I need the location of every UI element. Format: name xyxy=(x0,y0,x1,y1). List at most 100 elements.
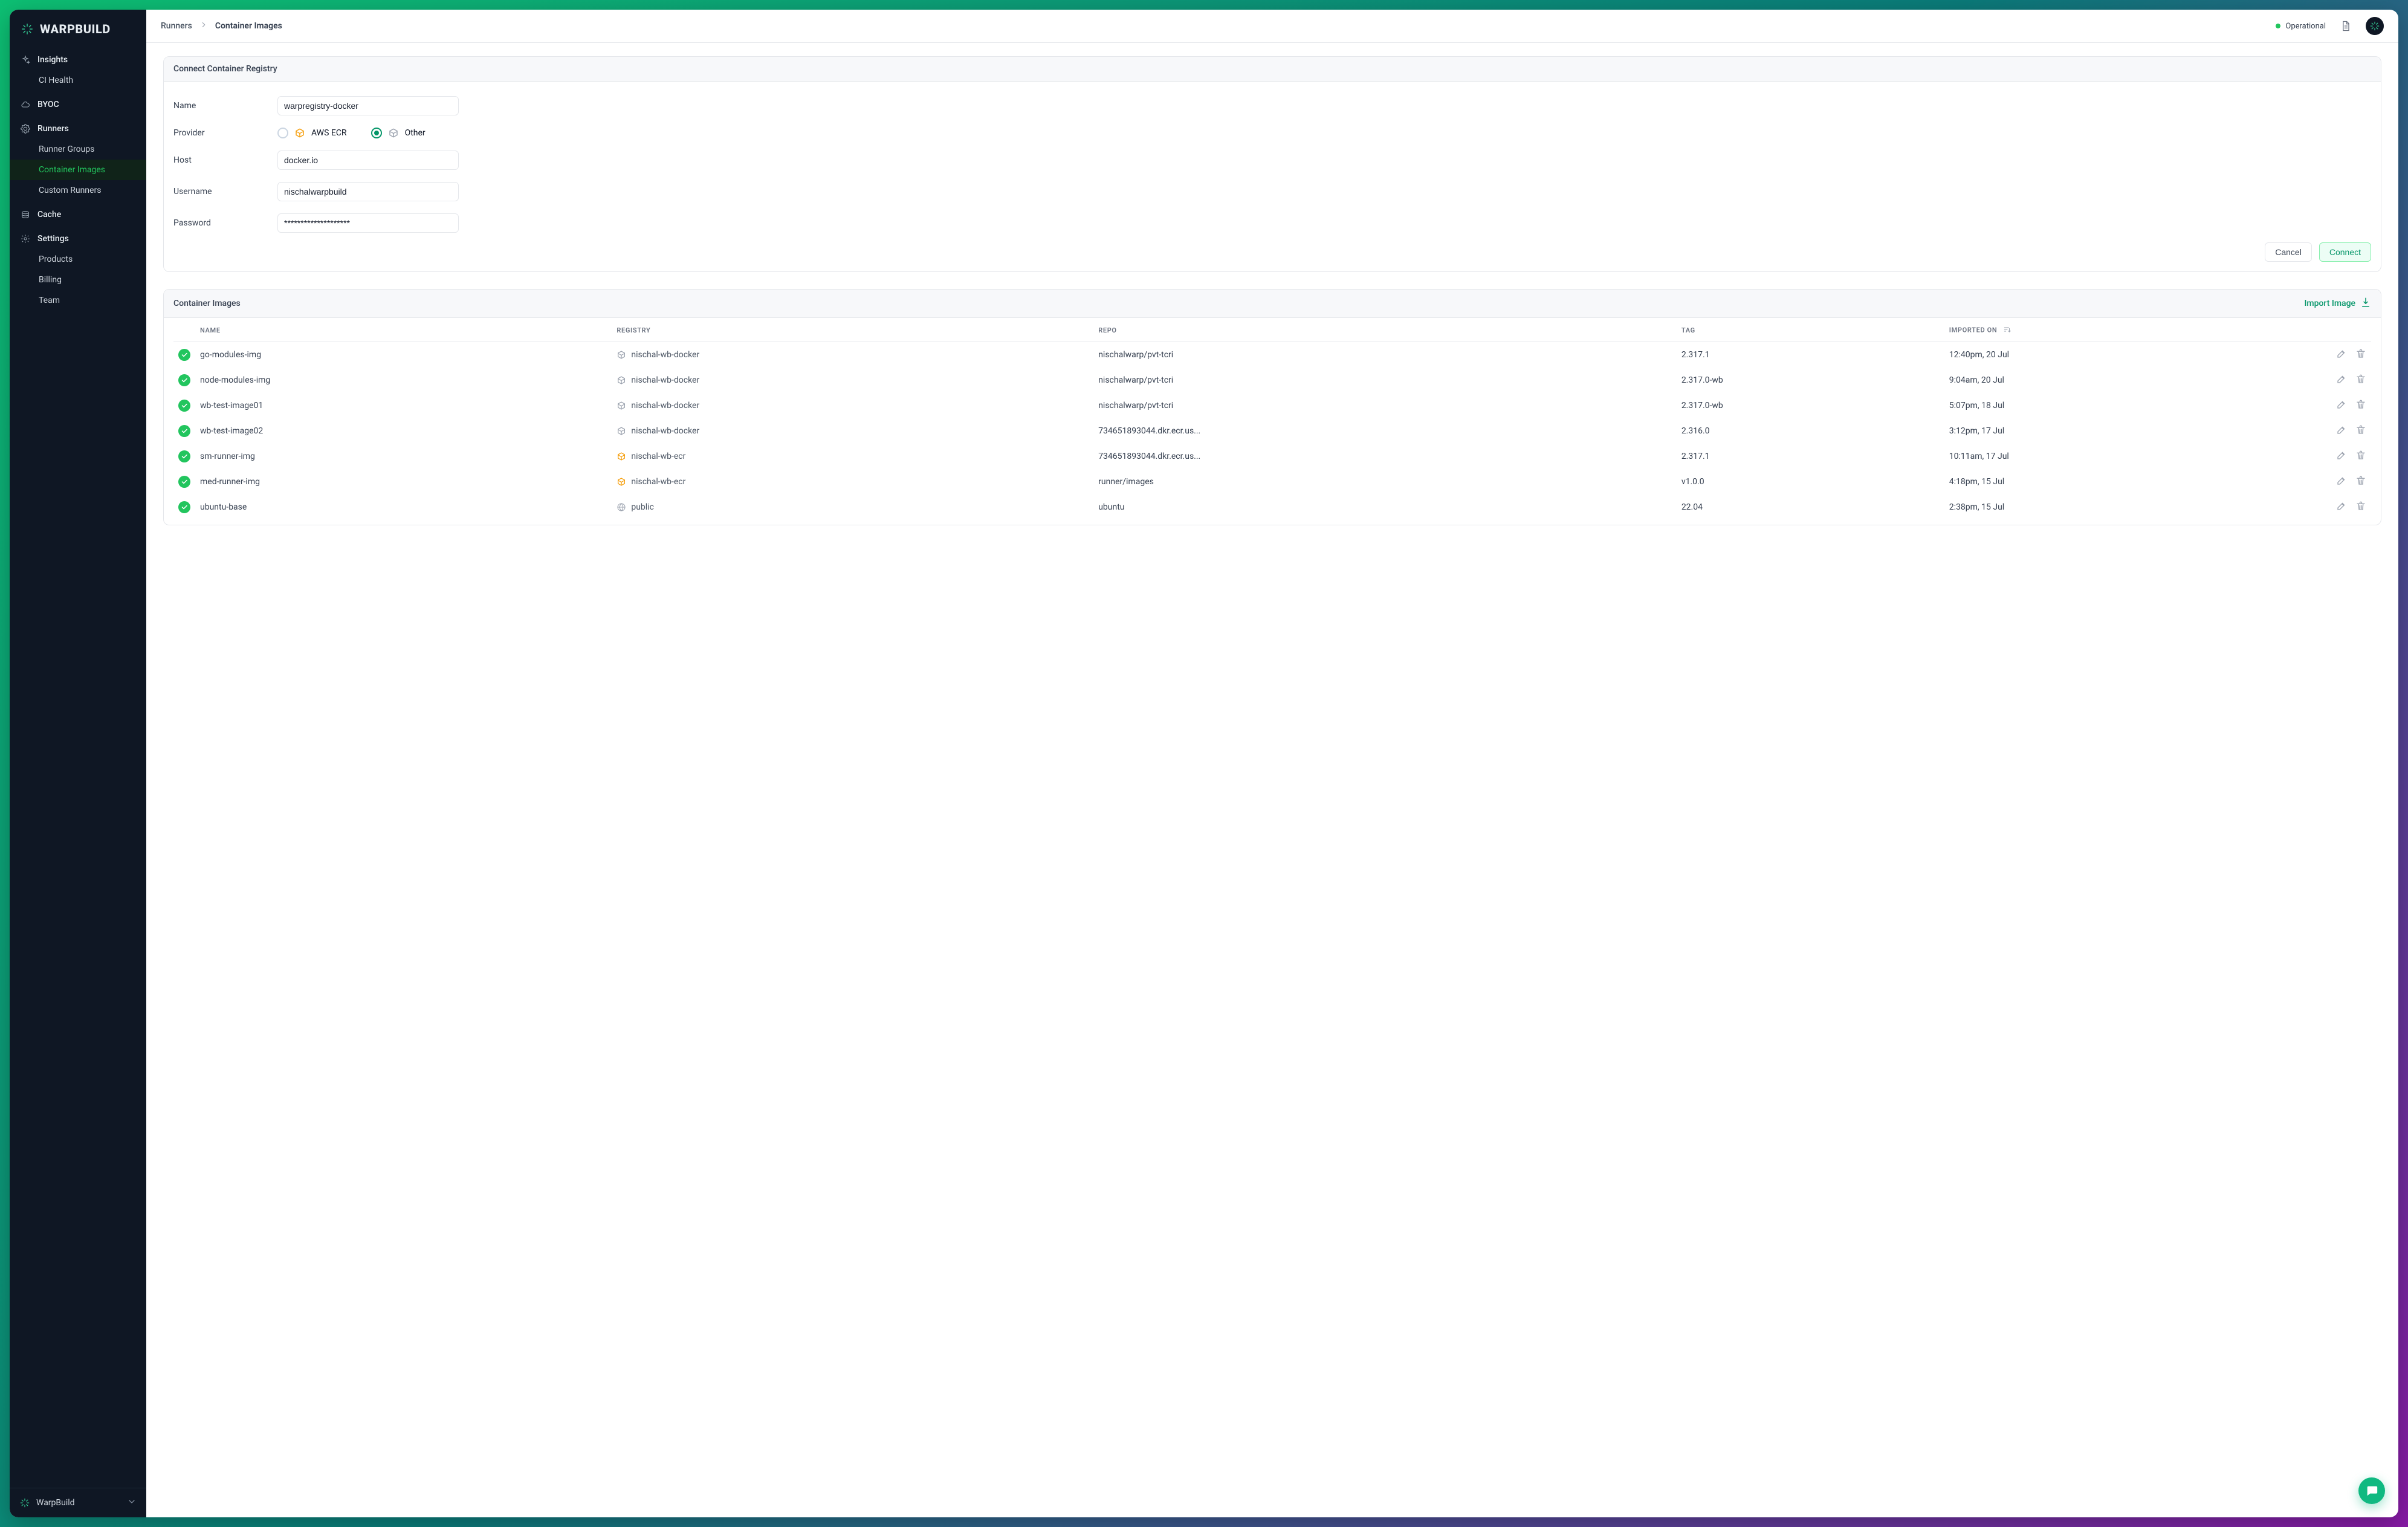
edit-button[interactable] xyxy=(2336,424,2347,438)
cell-imported-on: 10:11am, 17 Jul xyxy=(1944,444,2319,469)
aws-ecr-icon xyxy=(294,128,305,138)
label-host: Host xyxy=(173,155,277,165)
provider-other-option[interactable]: Other xyxy=(371,128,426,138)
cell-name: ubuntu-base xyxy=(195,494,612,520)
cell-registry: nischal-wb-docker xyxy=(612,342,1093,368)
sidebar-item-label: Settings xyxy=(37,234,69,244)
edit-button[interactable] xyxy=(2336,475,2347,488)
cell-imported-on: 12:40pm, 20 Jul xyxy=(1944,342,2319,368)
username-input[interactable] xyxy=(277,182,459,201)
cell-name: med-runner-img xyxy=(195,469,612,494)
table-row[interactable]: node-modules-imgnischal-wb-dockernischal… xyxy=(173,368,2371,393)
aws-ecr-icon xyxy=(617,452,626,461)
col-name[interactable]: NAME xyxy=(195,318,612,342)
sidebar-item-team[interactable]: Team xyxy=(10,290,146,311)
sidebar-item-ci-health[interactable]: CI Health xyxy=(10,70,146,91)
chevron-down-icon xyxy=(127,1497,137,1509)
delete-button[interactable] xyxy=(2355,348,2366,361)
sidebar: WARPBUILD InsightsCI Health BYOC RunnersRu… xyxy=(10,10,146,1517)
sidebar-item-custom-runners[interactable]: Custom Runners xyxy=(10,180,146,201)
import-image-button[interactable]: Import Image xyxy=(2304,297,2371,310)
delete-button[interactable] xyxy=(2355,450,2366,463)
breadcrumb-current: Container Images xyxy=(215,21,282,31)
sidebar-item-runners[interactable]: Runners xyxy=(10,118,146,139)
box-icon xyxy=(388,128,399,138)
cell-name: sm-runner-img xyxy=(195,444,612,469)
edit-button[interactable] xyxy=(2336,399,2347,412)
status-ok-icon xyxy=(178,425,190,437)
download-icon xyxy=(2360,297,2371,310)
provider-aws-ecr-option[interactable]: AWS ECR xyxy=(277,128,347,138)
changelog-button[interactable] xyxy=(2337,17,2355,35)
connect-button[interactable]: Connect xyxy=(2319,242,2371,262)
edit-button[interactable] xyxy=(2336,501,2347,514)
sidebar-item-billing[interactable]: Billing xyxy=(10,270,146,290)
cell-name: go-modules-img xyxy=(195,342,612,368)
edit-button[interactable] xyxy=(2336,374,2347,387)
avatar[interactable] xyxy=(2366,17,2384,35)
breadcrumb: Runners Container Images xyxy=(161,21,282,31)
col-registry[interactable]: REGISTRY xyxy=(612,318,1093,342)
breadcrumb-root[interactable]: Runners xyxy=(161,21,192,31)
delete-button[interactable] xyxy=(2355,424,2366,438)
label-username: Username xyxy=(173,187,277,196)
sidebar-item-label: Cache xyxy=(37,210,61,219)
cell-repo: 734651893044.dkr.ecr.us... xyxy=(1093,444,1677,469)
table-row[interactable]: sm-runner-imgnischal-wb-ecr734651893044.… xyxy=(173,444,2371,469)
sidebar-item-byoc[interactable]: BYOC xyxy=(10,94,146,115)
org-name: WarpBuild xyxy=(36,1498,75,1508)
provider-aws-label: AWS ECR xyxy=(311,128,347,138)
sidebar-item-label: Custom Runners xyxy=(39,186,101,195)
radio-icon xyxy=(277,128,288,138)
sidebar-item-label: Billing xyxy=(39,275,62,285)
password-input[interactable] xyxy=(277,213,459,233)
aws-ecr-icon xyxy=(617,477,626,487)
cell-imported-on: 9:04am, 20 Jul xyxy=(1944,368,2319,393)
status-ok-icon xyxy=(178,400,190,412)
host-input[interactable] xyxy=(277,151,459,170)
sidebar-item-cache[interactable]: Cache xyxy=(10,204,146,225)
table-row[interactable]: ubuntu-basepublicubuntu22.042:38pm, 15 J… xyxy=(173,494,2371,520)
delete-button[interactable] xyxy=(2355,374,2366,387)
cell-registry: nischal-wb-ecr xyxy=(612,444,1093,469)
table-row[interactable]: wb-test-image02nischal-wb-docker73465189… xyxy=(173,418,2371,444)
cell-name: node-modules-img xyxy=(195,368,612,393)
help-chat-button[interactable] xyxy=(2358,1477,2385,1504)
name-input[interactable] xyxy=(277,96,459,115)
status-indicator[interactable]: Operational xyxy=(2276,22,2326,31)
sidebar-item-container-images[interactable]: Container Images xyxy=(10,160,146,180)
sidebar-item-products[interactable]: Products xyxy=(10,249,146,270)
cloud-icon xyxy=(21,100,30,109)
brand-logo-icon xyxy=(21,22,34,36)
table-row[interactable]: med-runner-imgnischal-wb-ecrrunner/image… xyxy=(173,469,2371,494)
col-tag[interactable]: TAG xyxy=(1677,318,1944,342)
cell-repo: 734651893044.dkr.ecr.us... xyxy=(1093,418,1677,444)
delete-button[interactable] xyxy=(2355,399,2366,412)
table-row[interactable]: go-modules-imgnischal-wb-dockernischalwa… xyxy=(173,342,2371,368)
cell-name: wb-test-image01 xyxy=(195,393,612,418)
cog-icon xyxy=(21,234,30,244)
sidebar-item-runner-groups[interactable]: Runner Groups xyxy=(10,139,146,160)
cell-repo: nischalwarp/pvt-tcri xyxy=(1093,393,1677,418)
label-provider: Provider xyxy=(173,128,277,138)
topbar: Runners Container Images Operational xyxy=(146,10,2398,43)
cell-tag: 2.317.1 xyxy=(1677,444,1944,469)
edit-button[interactable] xyxy=(2336,348,2347,361)
sort-icon xyxy=(2003,328,2012,336)
cancel-button[interactable]: Cancel xyxy=(2265,242,2312,262)
delete-button[interactable] xyxy=(2355,501,2366,514)
edit-button[interactable] xyxy=(2336,450,2347,463)
status-ok-icon xyxy=(178,349,190,361)
col-repo[interactable]: REPO xyxy=(1093,318,1677,342)
col-imported-on[interactable]: IMPORTED ON xyxy=(1944,318,2319,342)
cell-tag: 2.317.0-wb xyxy=(1677,368,1944,393)
sidebar-item-settings[interactable]: Settings xyxy=(10,229,146,249)
app-window: WARPBUILD InsightsCI HealthBYOCRunnersRu… xyxy=(10,10,2398,1517)
table-row[interactable]: wb-test-image01nischal-wb-dockernischalw… xyxy=(173,393,2371,418)
sidebar-nav: InsightsCI Health BYOC RunnersRunner Group… xyxy=(10,47,146,313)
sidebar-item-insights[interactable]: Insights xyxy=(10,50,146,70)
delete-button[interactable] xyxy=(2355,475,2366,488)
org-switcher[interactable]: WarpBuild xyxy=(10,1488,146,1517)
brand[interactable]: WARPBUILD xyxy=(10,10,146,47)
cell-registry: nischal-wb-ecr xyxy=(612,469,1093,494)
